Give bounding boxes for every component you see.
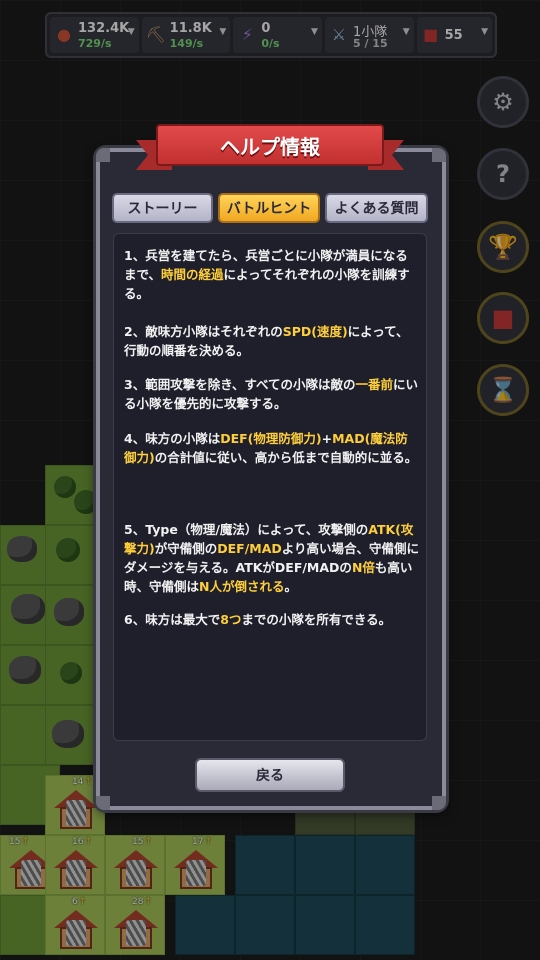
hint-text: までの小隊を所有できる。 [241,612,392,627]
hint-paragraph: 5、Type（物理/魔法）によって、攻撃側のATK(攻撃力)が守備側のDEF/M… [124,520,420,596]
hint-text: 。 [284,579,297,594]
hint-text: + [321,431,333,446]
hint-paragraph: 6、味方は最大で8つまでの小隊を所有できる。 [124,610,420,629]
hint-text: 5、Type（物理/魔法）によって、攻撃側の [124,522,369,537]
hint-highlight: SPD(速度) [282,324,348,339]
hint-paragraph: 4、味方の小隊はDEF(物理防御力)+MAD(魔法防御力)の合計値に従い、高から… [124,429,420,467]
hint-paragraph: 2、敵味方小隊はそれぞれのSPD(速度)によって、行動の順番を決める。 [124,322,420,360]
hint-text: 6、味方は最大で [124,612,221,627]
hint-text: が守備側の [154,541,218,556]
tab-bar: ストーリー バトルヒント よくある質問 [112,193,428,223]
hint-highlight: 時間の経過 [161,267,224,282]
hint-highlight: 一番前 [355,377,393,392]
hint-highlight: N倍 [351,560,375,575]
tab-faq[interactable]: よくある質問 [325,193,428,223]
dialog-title: ヘルプ情報 [156,124,384,166]
hint-paragraph: 1、兵営を建てたら、兵営ごとに小隊が満員になるまで、時間の経過によってそれぞれの… [124,246,420,303]
hint-text: の合計値に従い、高から低まで自動的に並る。 [154,450,418,465]
hint-highlight: N人が倒される [199,579,285,594]
hint-highlight: 8つ [220,612,242,627]
tab-story[interactable]: ストーリー [112,193,213,223]
hint-highlight: DEF(物理防御力) [220,431,322,446]
hint-text: 2、敵味方小隊はそれぞれの [124,324,283,339]
hint-highlight: DEF/MAD [217,541,282,556]
hint-content: 1、兵営を建てたら、兵営ごとに小隊が満員になるまで、時間の経過によってそれぞれの… [113,233,427,741]
hint-text: 4、味方の小隊は [124,431,221,446]
hint-paragraph: 3、範囲攻撃を除き、すべての小隊は敵の一番前にいる小隊を優先的に攻撃する。 [124,375,420,413]
hint-text: 3、範囲攻撃を除き、すべての小隊は敵の [124,377,356,392]
back-button[interactable]: 戻る [195,758,345,792]
tab-battle-hints[interactable]: バトルヒント [218,193,320,223]
title-ribbon: ヘルプ情報 [136,124,390,172]
